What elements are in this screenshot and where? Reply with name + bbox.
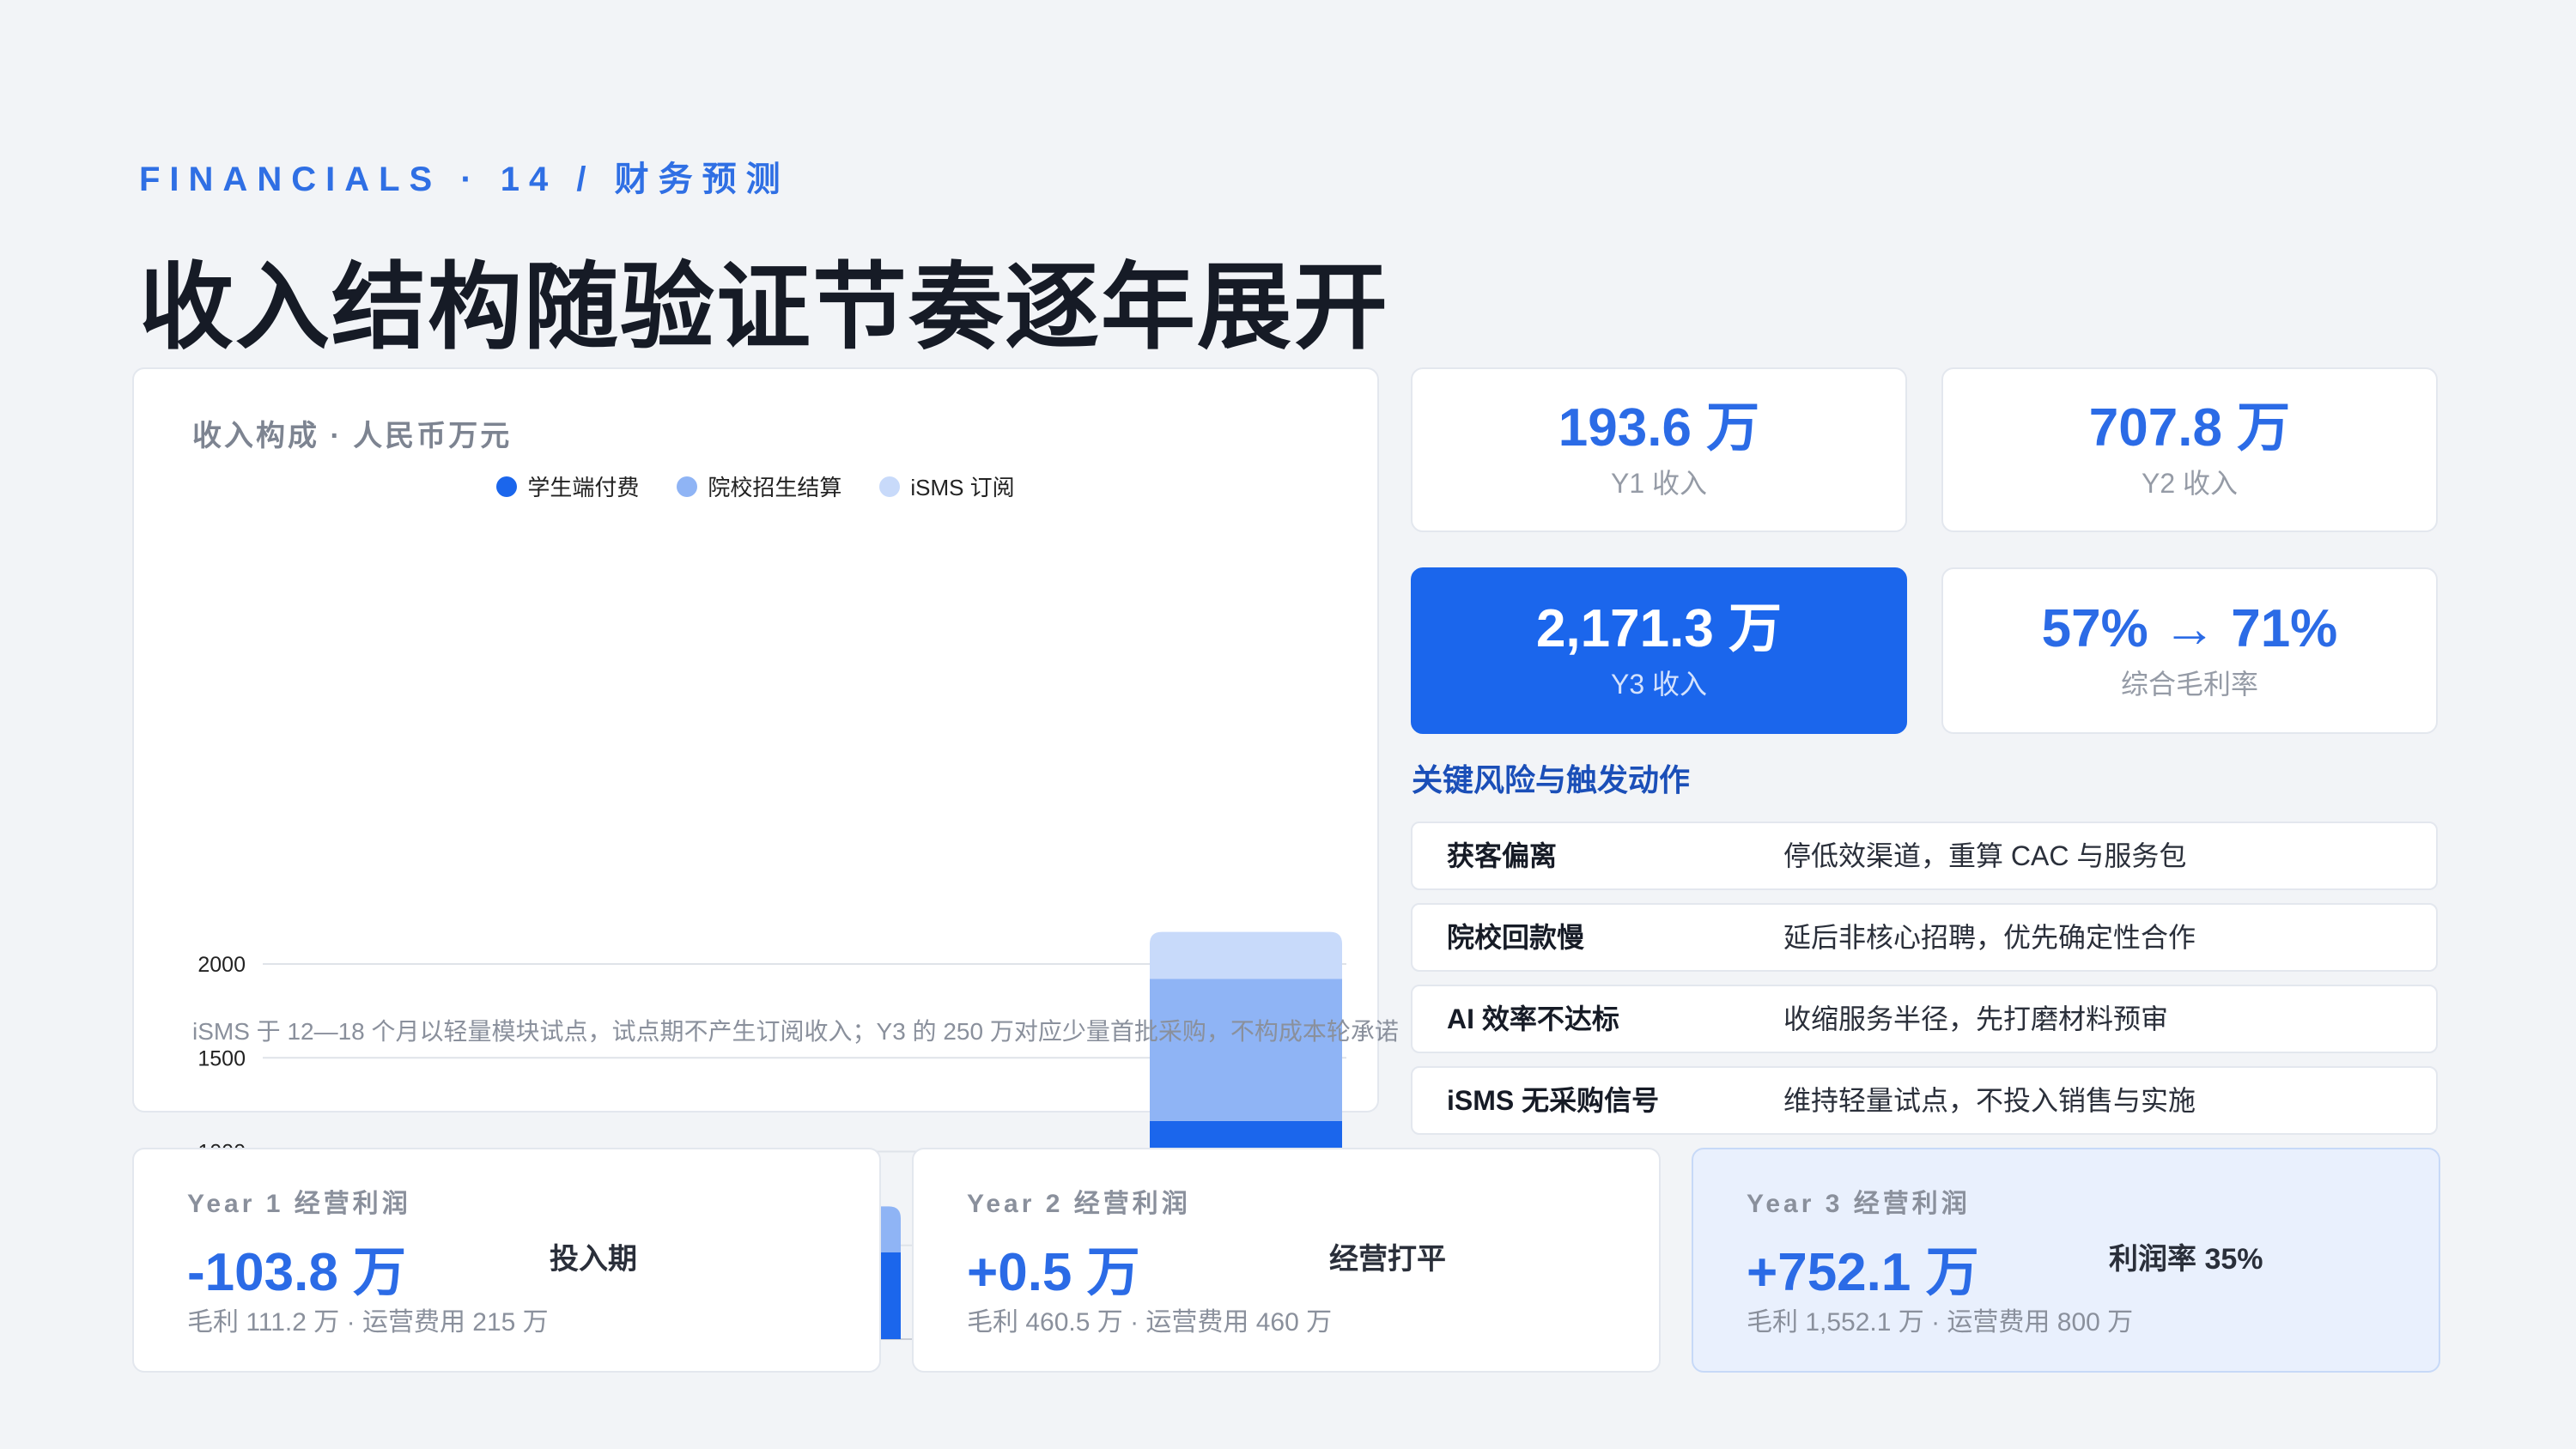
profit-card-y2: Year 2 经营利润 +0.5 万 经营打平 毛利 460.5 万 · 运营费… xyxy=(912,1148,1661,1373)
kpi-y2-revenue: 707.8 万 Y2 收入 xyxy=(1941,367,2438,532)
legend-swatch-isms xyxy=(879,476,901,497)
risk-row: 院校回款慢 延后非核心招聘，优先确定性合作 xyxy=(1411,903,2438,972)
bar-segment xyxy=(1150,979,1342,1121)
profit-detail: 毛利 1,552.1 万 · 运营费用 800 万 xyxy=(1747,1308,2134,1337)
chart-title: 收入构成 · 人民币万元 xyxy=(192,420,513,452)
kpi-value: 707.8 万 xyxy=(2088,398,2291,458)
profit-card-y1: Year 1 经营利润 -103.8 万 投入期 毛利 111.2 万 · 运营… xyxy=(132,1148,881,1373)
revenue-chart-card: 收入构成 · 人民币万元 学生端付费 院校招生结算 iSMS 订阅 050010… xyxy=(132,367,1399,1356)
kpi-y1-revenue: 193.6 万 Y1 收入 xyxy=(1411,367,1907,532)
profit-year-label: Year 3 经营利润 xyxy=(1747,1190,1971,1218)
kpi-y3-revenue: 2,171.3 万 Y3 收入 xyxy=(1411,567,1907,734)
risk-action: 延后非核心招聘，优先确定性合作 xyxy=(1783,922,2196,953)
y-tick-label: 1500 xyxy=(197,1046,246,1070)
kpi-gross-margin: 57% → 71% 综合毛利率 xyxy=(1941,567,2438,734)
legend-swatch-school xyxy=(677,476,698,497)
chart-footnote: iSMS 于 12—18 个月以轻量模块试点，试点期不产生订阅收入；Y3 的 2… xyxy=(192,1018,1399,1045)
risk-row: 获客偏离 停低效渠道，重算 CAC 与服务包 xyxy=(1411,822,2438,890)
risk-name: 获客偏离 xyxy=(1447,840,1558,871)
profit-stage-tag: 利润率 35% xyxy=(2109,1243,2263,1276)
kpi-label: Y3 收入 xyxy=(1610,669,1708,700)
risk-name: AI 效率不达标 xyxy=(1447,1003,1619,1034)
bar-segment xyxy=(1150,931,1342,979)
risk-action: 停低效渠道，重算 CAC 与服务包 xyxy=(1783,840,2187,871)
profit-detail: 毛利 460.5 万 · 运营费用 460 万 xyxy=(967,1308,1333,1337)
risk-name: 院校回款慢 xyxy=(1447,922,1585,953)
profit-value: +0.5 万 xyxy=(967,1243,1140,1302)
kpi-value: 57% → 71% xyxy=(2041,599,2338,658)
risk-action: 收缩服务半径，先打磨材料预审 xyxy=(1783,1003,2169,1034)
eyebrow-label: FINANCIALS · 14 / 财务预测 xyxy=(139,161,790,198)
profit-stage-tag: 经营打平 xyxy=(1329,1243,1446,1276)
legend-swatch-student xyxy=(496,476,518,497)
risk-row: AI 效率不达标 收缩服务半径，先打磨材料预审 xyxy=(1411,985,2438,1053)
profit-year-label: Year 2 经营利润 xyxy=(967,1190,1191,1218)
profit-detail: 毛利 111.2 万 · 运营费用 215 万 xyxy=(187,1308,549,1337)
page-title: 收入结构随验证节奏逐年展开 xyxy=(139,255,1389,361)
risk-action: 维持轻量试点，不投入销售与实施 xyxy=(1783,1085,2196,1116)
risk-name: iSMS 无采购信号 xyxy=(1447,1085,1660,1116)
kpi-label: 综合毛利率 xyxy=(2120,669,2258,700)
risk-section-title: 关键风险与触发动作 xyxy=(1412,762,1691,797)
profit-year-label: Year 1 经营利润 xyxy=(187,1190,411,1218)
profit-card-y3: Year 3 经营利润 +752.1 万 利润率 35% 毛利 1,552.1 … xyxy=(1692,1148,2440,1373)
kpi-label: Y1 收入 xyxy=(1610,468,1708,499)
risk-row: iSMS 无采购信号 维持轻量试点，不投入销售与实施 xyxy=(1411,1066,2438,1135)
profit-value: -103.8 万 xyxy=(187,1243,407,1302)
kpi-label: Y2 收入 xyxy=(2141,468,2239,499)
kpi-value: 2,171.3 万 xyxy=(1535,599,1783,658)
profit-stage-tag: 投入期 xyxy=(550,1243,637,1276)
profit-value: +752.1 万 xyxy=(1747,1243,1979,1302)
kpi-value: 193.6 万 xyxy=(1558,398,1760,458)
y-tick-label: 2000 xyxy=(197,953,246,977)
